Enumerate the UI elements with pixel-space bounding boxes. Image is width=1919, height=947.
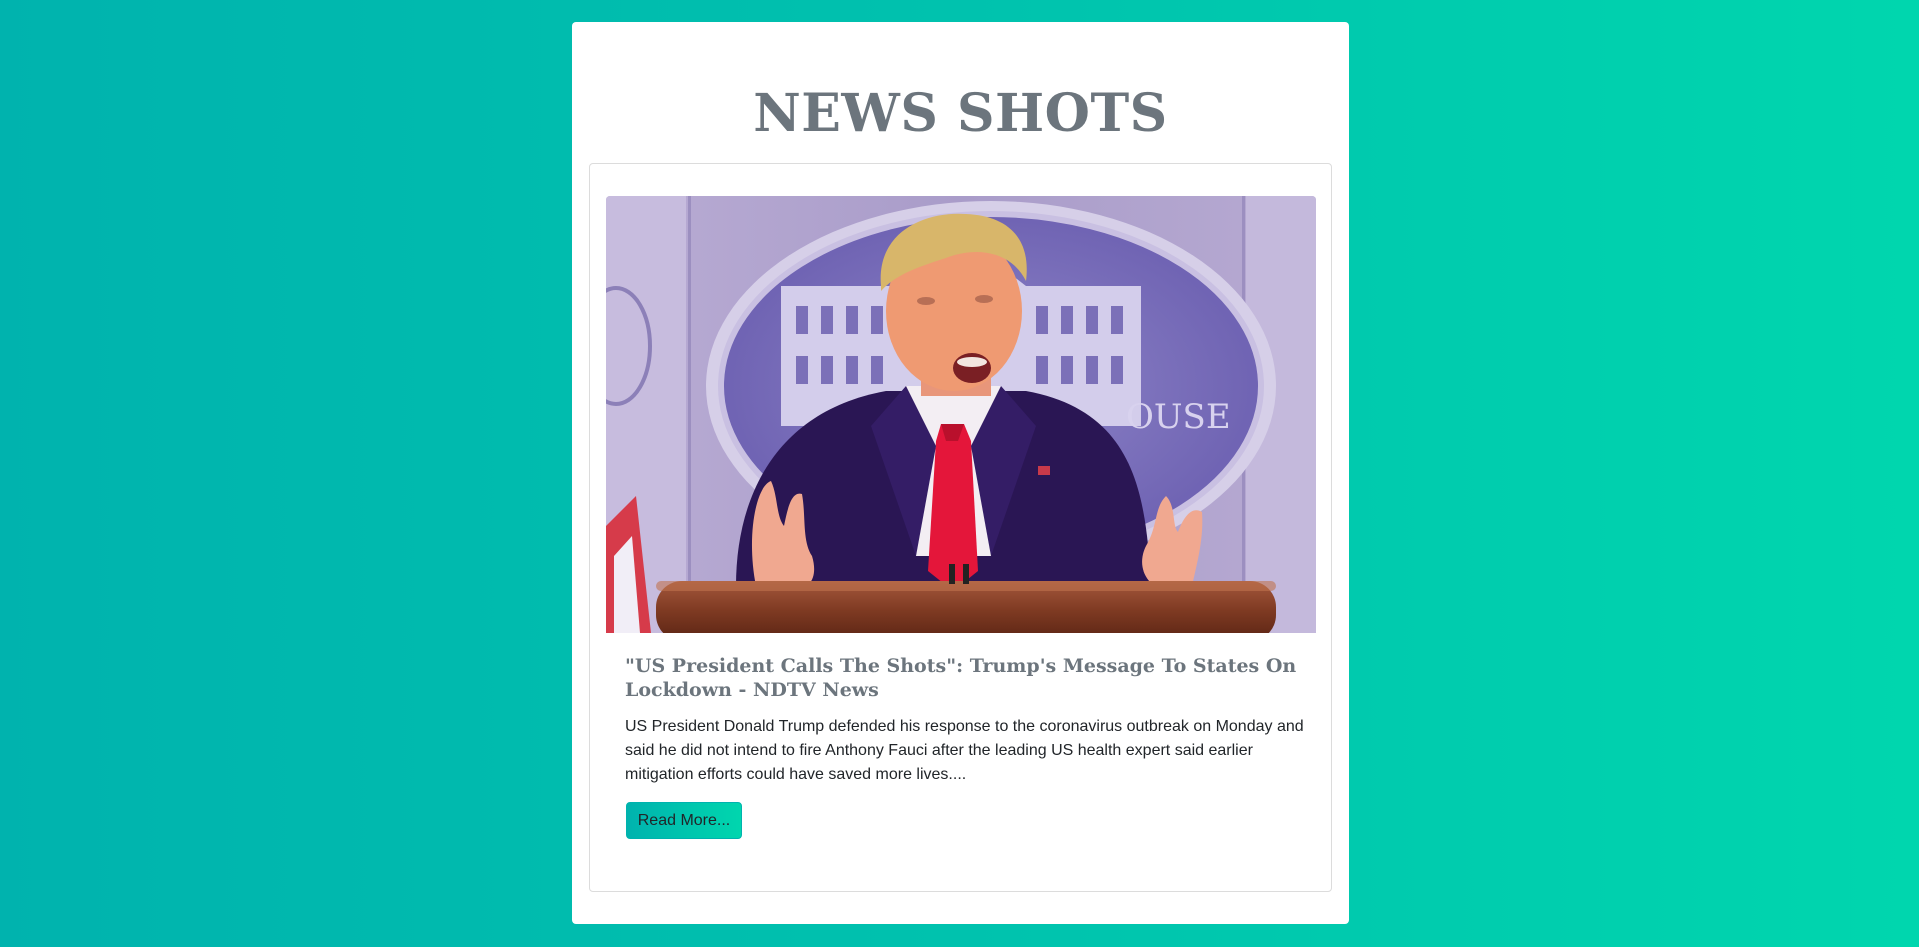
news-card: OUSE "US President Calls The Shots": Tru… [589, 163, 1332, 892]
news-summary: US President Donald Trump defended his r… [625, 718, 1304, 783]
press-photo-icon: OUSE [606, 196, 1316, 633]
news-container: NEWS SHOTS OUSE "US President Calls The … [572, 22, 1349, 924]
page-title: NEWS SHOTS [753, 83, 1168, 144]
news-headline: "US President Calls The Shots": Trump's … [625, 655, 1297, 701]
read-more-button[interactable]: Read More... [626, 802, 742, 839]
news-image: OUSE [606, 196, 1316, 633]
svg-text:OUSE: OUSE [1126, 397, 1231, 437]
